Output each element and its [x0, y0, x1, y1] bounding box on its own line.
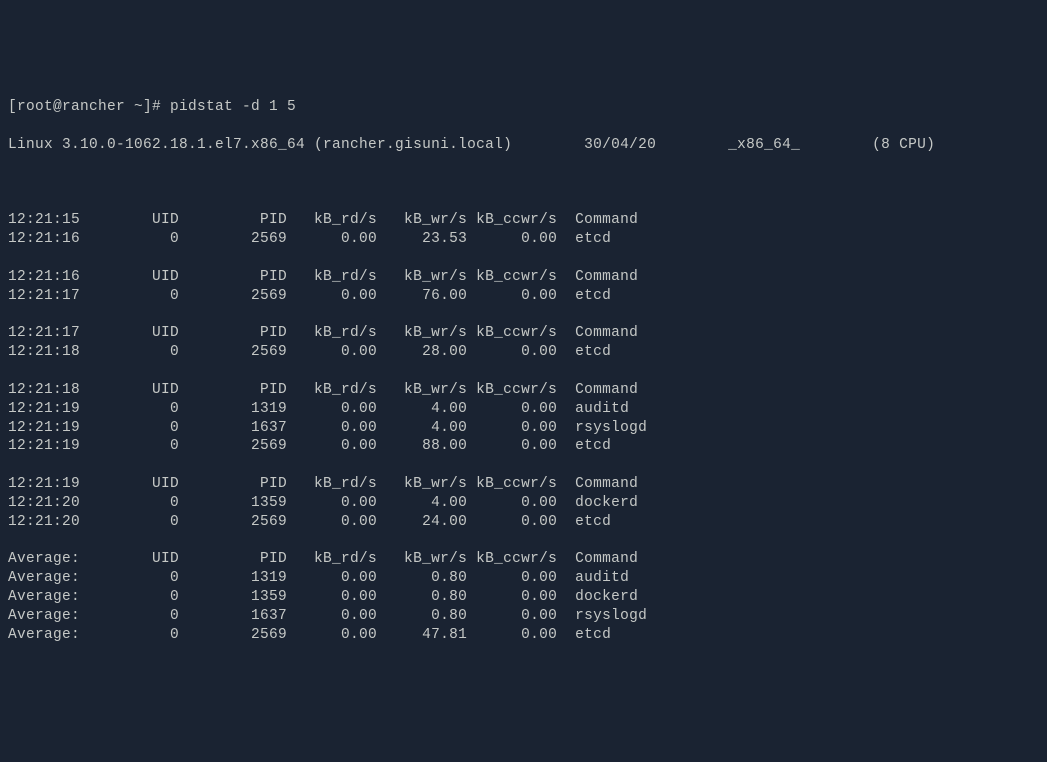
table-row: Average: 0 1637 0.00 0.80 0.00 rsyslogd [8, 607, 1039, 626]
table-row: Average: 0 2569 0.00 47.81 0.00 etcd [8, 626, 1039, 645]
command-prompt: [root@rancher ~]# pidstat -d 1 5 [8, 98, 1039, 117]
table-row: 12:21:19 0 1637 0.00 4.00 0.00 rsyslogd [8, 419, 1039, 438]
table-row: Average: 0 1359 0.00 0.80 0.00 dockerd [8, 588, 1039, 607]
table-header: 12:21:18 UID PID kB_rd/s kB_wr/s kB_ccwr… [8, 381, 1039, 400]
table-row: Average: 0 1319 0.00 0.80 0.00 auditd [8, 569, 1039, 588]
table-row: 12:21:19 0 2569 0.00 88.00 0.00 etcd [8, 437, 1039, 456]
blank-line [8, 174, 1039, 193]
table-header: 12:21:17 UID PID kB_rd/s kB_wr/s kB_ccwr… [8, 324, 1039, 343]
pidstat-blocks: 12:21:15 UID PID kB_rd/s kB_wr/s kB_ccwr… [8, 211, 1039, 644]
blank-line [8, 249, 1039, 268]
kernel-info: Linux 3.10.0-1062.18.1.el7.x86_64 (ranch… [8, 137, 512, 153]
table-row: 12:21:16 0 2569 0.00 23.53 0.00 etcd [8, 230, 1039, 249]
arch-info: _x86_64_ [728, 137, 800, 153]
table-row: 12:21:18 0 2569 0.00 28.00 0.00 etcd [8, 343, 1039, 362]
table-row: 12:21:20 0 1359 0.00 4.00 0.00 dockerd [8, 494, 1039, 513]
date-info: 30/04/20 [584, 137, 656, 153]
cpu-info: (8 CPU) [872, 137, 935, 153]
table-row: 12:21:17 0 2569 0.00 76.00 0.00 etcd [8, 287, 1039, 306]
terminal-output: [root@rancher ~]# pidstat -d 1 5 Linux 3… [8, 79, 1039, 663]
blank-line [8, 306, 1039, 325]
table-row: 12:21:20 0 2569 0.00 24.00 0.00 etcd [8, 513, 1039, 532]
table-header: 12:21:15 UID PID kB_rd/s kB_wr/s kB_ccwr… [8, 211, 1039, 230]
blank-line [8, 456, 1039, 475]
system-info-line: Linux 3.10.0-1062.18.1.el7.x86_64 (ranch… [8, 136, 1039, 155]
blank-line [8, 532, 1039, 551]
table-row: 12:21:19 0 1319 0.00 4.00 0.00 auditd [8, 400, 1039, 419]
table-header: 12:21:19 UID PID kB_rd/s kB_wr/s kB_ccwr… [8, 475, 1039, 494]
table-header: Average: UID PID kB_rd/s kB_wr/s kB_ccwr… [8, 550, 1039, 569]
table-header: 12:21:16 UID PID kB_rd/s kB_wr/s kB_ccwr… [8, 268, 1039, 287]
blank-line [8, 362, 1039, 381]
